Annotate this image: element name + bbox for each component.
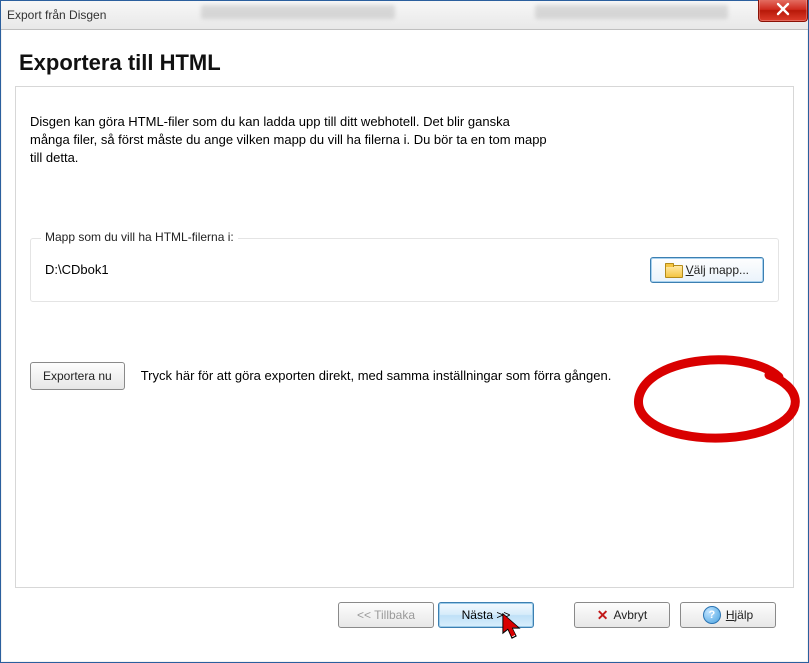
export-window: Export från Disgen Exportera till HTML D… [0, 0, 809, 663]
intro-text: Disgen kan göra HTML-filer som du kan la… [30, 113, 550, 168]
content-area: Exportera till HTML Disgen kan göra HTML… [1, 30, 808, 662]
page-title: Exportera till HTML [19, 50, 794, 76]
titlebar: Export från Disgen [1, 1, 808, 30]
folder-open-icon [665, 263, 681, 276]
nav-button-group: << Tillbaka Nästa >> [338, 602, 534, 628]
export-now-row: Exportera nu Tryck här för att göra expo… [30, 362, 779, 390]
export-now-label: Exportera nu [43, 369, 112, 383]
folder-path: D:\CDbok1 [45, 262, 109, 277]
back-label: << Tillbaka [357, 608, 415, 622]
close-icon [776, 2, 790, 19]
close-button[interactable] [758, 0, 808, 22]
window-title: Export från Disgen [7, 8, 106, 22]
cancel-label: Avbryt [613, 608, 647, 622]
main-panel: Disgen kan göra HTML-filer som du kan la… [15, 86, 794, 588]
choose-folder-label: Välj mapp... [686, 263, 749, 277]
cancel-button[interactable]: ✕ Avbryt [574, 602, 670, 628]
background-blur [201, 5, 728, 25]
footer-buttons: << Tillbaka Nästa >> ✕ Avbryt ? Hjälp [15, 588, 794, 648]
folder-row: D:\CDbok1 Välj mapp... [45, 257, 764, 283]
folder-fieldset: Mapp som du vill ha HTML-filerna i: D:\C… [30, 238, 779, 302]
cancel-icon: ✕ [597, 607, 609, 624]
back-button[interactable]: << Tillbaka [338, 602, 434, 628]
help-label: Hjälp [726, 608, 753, 622]
folder-fieldset-label: Mapp som du vill ha HTML-filerna i: [41, 230, 238, 244]
export-now-button[interactable]: Exportera nu [30, 362, 125, 390]
help-icon: ? [703, 606, 721, 624]
help-button[interactable]: ? Hjälp [680, 602, 776, 628]
export-now-hint: Tryck här för att göra exporten direkt, … [141, 368, 612, 383]
choose-folder-button[interactable]: Välj mapp... [650, 257, 764, 283]
next-button[interactable]: Nästa >> [438, 602, 534, 628]
next-label: Nästa >> [462, 608, 511, 622]
